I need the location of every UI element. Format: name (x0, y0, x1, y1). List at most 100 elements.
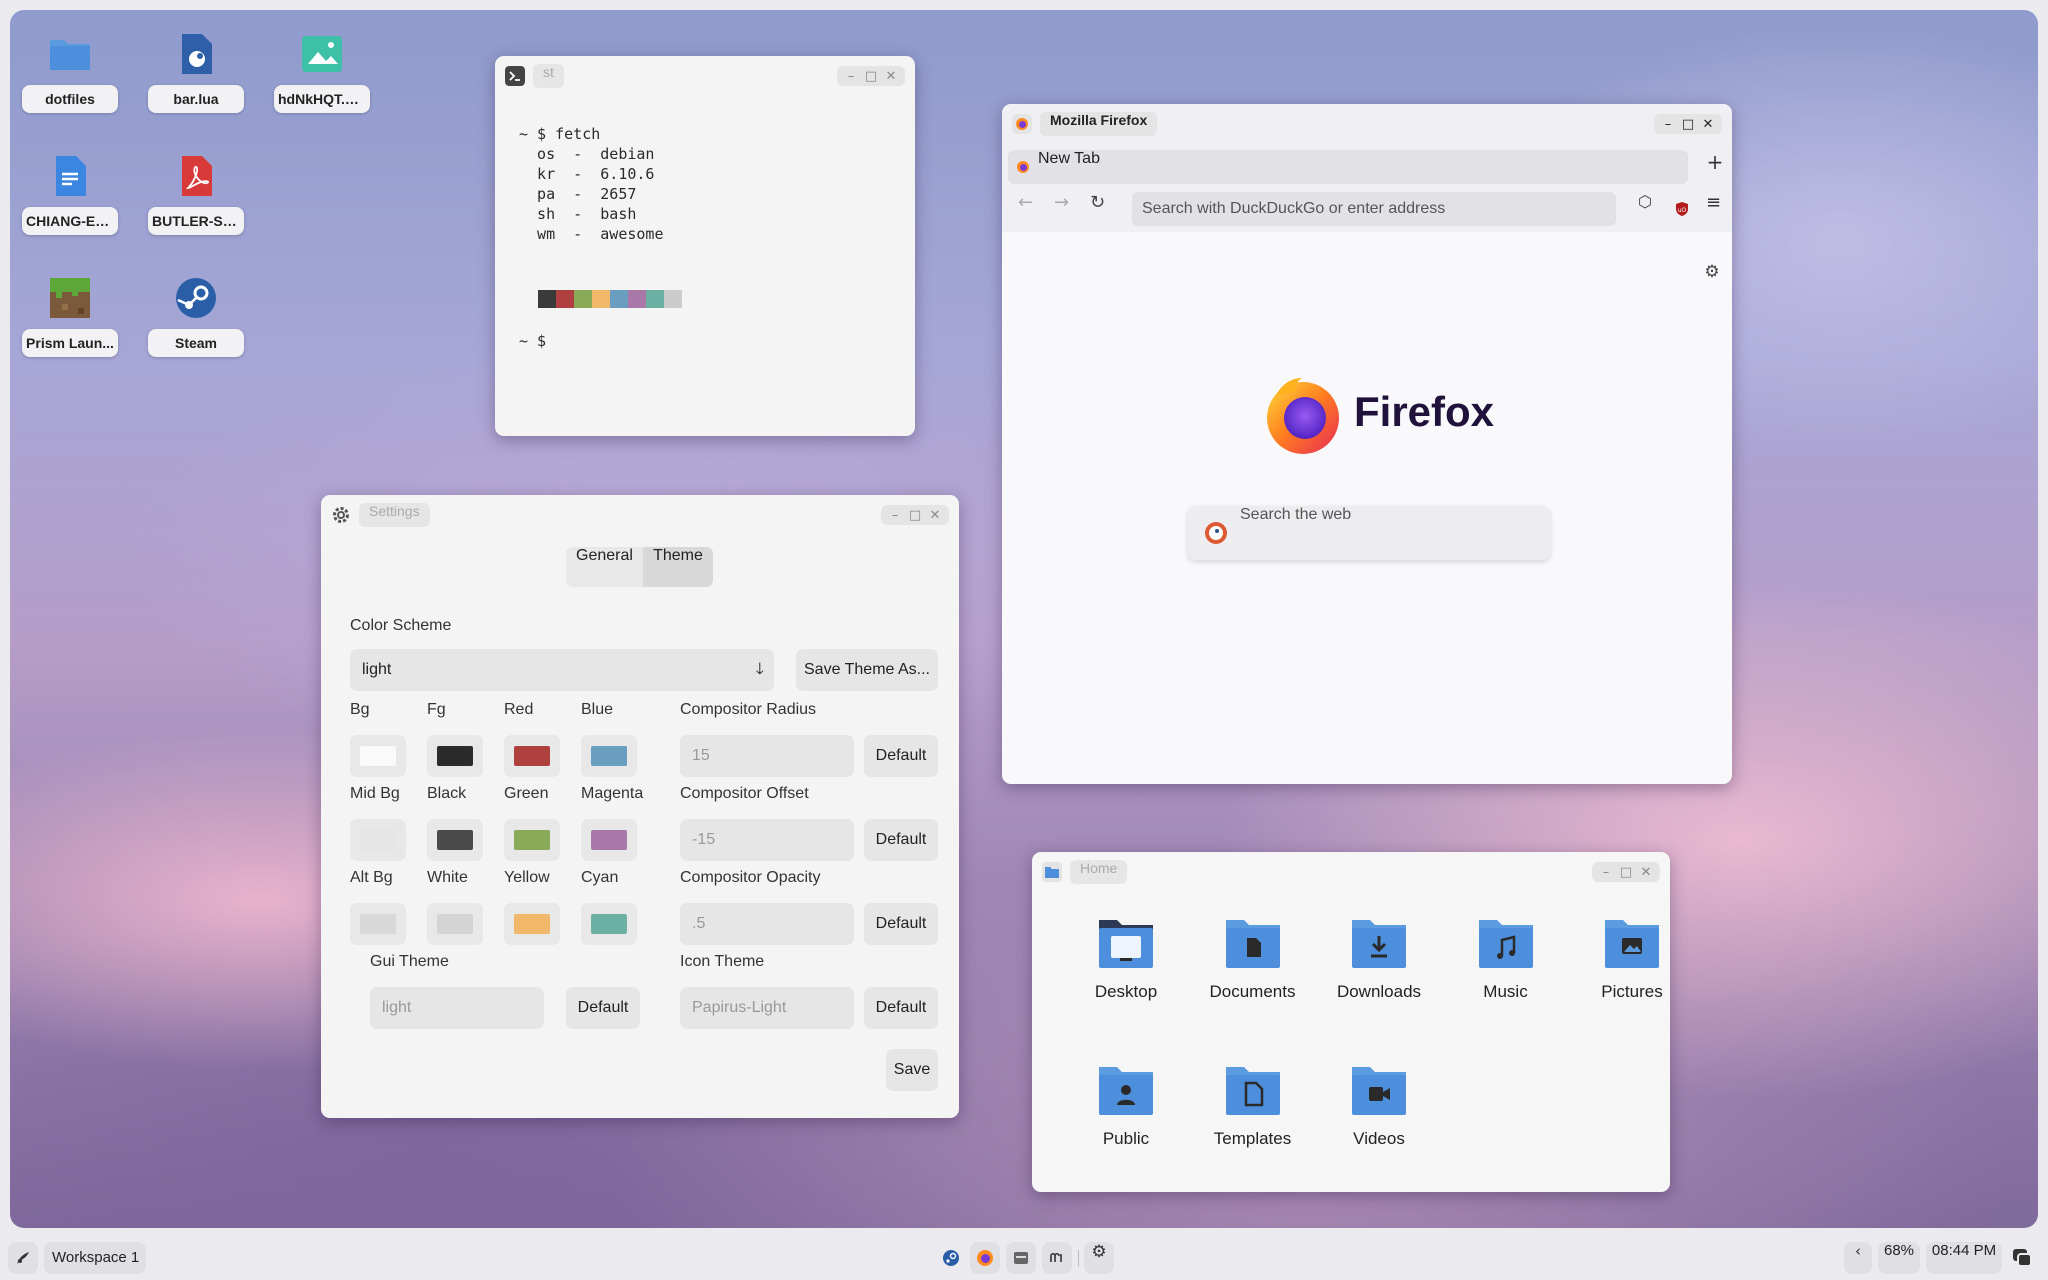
folder-item-desktop[interactable]: Desktop (1071, 916, 1181, 1002)
compositor-radius-default-button[interactable]: Default (864, 735, 938, 777)
desktop-icon-steam[interactable]: Steam (146, 264, 246, 364)
taskbar-terminal[interactable] (1042, 1242, 1072, 1274)
maximize-icon[interactable]: □ (1678, 114, 1698, 134)
swatch-fill (437, 914, 473, 934)
close-icon[interactable]: ✕ (1636, 862, 1656, 882)
fg-color-swatch[interactable] (427, 735, 483, 777)
black-color-swatch[interactable] (427, 819, 483, 861)
chevron-left-icon[interactable]: ‹ (1844, 1242, 1872, 1274)
files-window[interactable]: Home – □ ✕ Desktop Documents Downloads Music P… (1032, 852, 1670, 1192)
reload-icon[interactable]: ↻ (1090, 192, 1110, 213)
cyan-color-swatch[interactable] (581, 903, 637, 945)
blue-color-swatch[interactable] (581, 735, 637, 777)
clock[interactable]: 08:44 PM (1926, 1242, 2002, 1274)
folder-item-music[interactable]: Music (1451, 916, 1561, 1002)
image-file-icon (302, 36, 342, 72)
close-icon[interactable]: ✕ (881, 66, 901, 86)
tab-new-tab[interactable]: New Tab (1008, 150, 1688, 184)
taskbar-steam[interactable] (936, 1242, 966, 1274)
white-color-swatch[interactable] (427, 903, 483, 945)
desktop-icon-label: bar.lua (148, 85, 244, 113)
taskbar-settings[interactable]: ⚙ (1084, 1242, 1114, 1274)
launcher-button[interactable] (8, 1242, 38, 1274)
minimize-icon[interactable]: – (1658, 114, 1678, 134)
tab-general[interactable]: General (566, 547, 643, 587)
palette-color-swatch (646, 290, 664, 308)
desktop-icon-chiang-ex[interactable]: CHIANG-Ex... (20, 142, 120, 242)
compositor-radius-input[interactable]: 15 (680, 735, 854, 777)
folder-item-templates[interactable]: Templates (1198, 1063, 1308, 1149)
firefox-titlebar[interactable]: Mozilla Firefox – □ ✕ (1002, 104, 1732, 144)
gui-theme-default-button[interactable]: Default (566, 987, 640, 1029)
ublock-origin-icon[interactable]: uO (1674, 201, 1690, 217)
compositor-opacity-input[interactable]: .5 (680, 903, 854, 945)
settings-titlebar[interactable]: Settings – □ ✕ (321, 495, 959, 535)
firefox-window[interactable]: Mozilla Firefox – □ ✕ New Tab + ← → ↻ Sear… (1002, 104, 1732, 784)
folder-item-downloads[interactable]: Downloads (1324, 916, 1434, 1002)
terminal-window[interactable]: st – □ ✕ ~ $ fetch os - debian kr - 6.10.6… (495, 56, 915, 436)
maximize-icon[interactable]: □ (905, 505, 925, 525)
folder-item-pictures[interactable]: Pictures (1577, 916, 1670, 1002)
web-search-placeholder: Search the web (1240, 506, 1352, 523)
desktop-icon-prism-launcher[interactable]: Prism Laun... (20, 264, 120, 364)
compositor-offset-default-button[interactable]: Default (864, 819, 938, 861)
compositor-opacity-default-button[interactable]: Default (864, 903, 938, 945)
folder-item-videos[interactable]: Videos (1324, 1063, 1434, 1149)
yellow-color-swatch[interactable] (504, 903, 560, 945)
mid-bg-color-swatch[interactable] (350, 819, 406, 861)
taskbar-firefox[interactable] (970, 1242, 1000, 1274)
taskbar-files[interactable] (1006, 1242, 1036, 1274)
notifications-icon[interactable] (2010, 1246, 2034, 1270)
compositor-offset-input[interactable]: -15 (680, 819, 854, 861)
forward-arrow-icon[interactable]: → (1054, 192, 1074, 213)
terminal-line: os - debian (519, 145, 655, 163)
files-titlebar[interactable]: Home – □ ✕ (1032, 852, 1670, 892)
folder-item-documents[interactable]: Documents (1198, 916, 1308, 1002)
folder-item-label: Documents (1209, 982, 1296, 1001)
new-tab-plus-icon[interactable]: + (1704, 150, 1726, 184)
volume-indicator[interactable]: 68% (1878, 1242, 1920, 1274)
close-icon[interactable]: ✕ (925, 505, 945, 525)
icon-theme-default-button[interactable]: Default (864, 987, 938, 1029)
save-theme-as-button[interactable]: Save Theme As... (796, 649, 938, 691)
palette-color-swatch (592, 290, 610, 308)
settings-window[interactable]: Settings – □ ✕ General Theme Color Scheme … (321, 495, 959, 1118)
workspace-indicator[interactable]: Workspace 1 (44, 1242, 146, 1274)
terminal-titlebar[interactable]: st – □ ✕ (495, 56, 915, 96)
gui-theme-input[interactable]: light (370, 987, 544, 1029)
maximize-icon[interactable]: □ (1616, 862, 1636, 882)
red-color-swatch[interactable] (504, 735, 560, 777)
desktop-icon-butler-sp[interactable]: BUTLER-Sp... (146, 142, 246, 242)
launcher-icon (17, 1252, 29, 1264)
minimize-icon[interactable]: – (885, 505, 905, 525)
back-arrow-icon[interactable]: ← (1018, 192, 1038, 213)
swatch-fill (591, 746, 627, 766)
minimize-icon[interactable]: – (841, 66, 861, 86)
firefox-logo-icon (1267, 378, 1339, 454)
music-folder-icon (1478, 920, 1533, 968)
desktop-icon-dotfiles[interactable]: dotfiles (20, 20, 120, 120)
gear-icon[interactable]: ⚙ (1702, 262, 1722, 282)
color-scheme-select[interactable]: light 🡓 (350, 649, 774, 691)
desktop-icon-hdnkhqt-png[interactable]: hdNkHQT.png (272, 20, 372, 120)
alt-bg-color-swatch[interactable] (350, 903, 406, 945)
icon-theme-input[interactable]: Papirus-Light (680, 987, 854, 1029)
tab-theme[interactable]: Theme (643, 547, 713, 587)
maximize-icon[interactable]: □ (861, 66, 881, 86)
magenta-color-swatch[interactable] (581, 819, 637, 861)
palette-color-swatch (610, 290, 628, 308)
terminal-output[interactable]: ~ $ fetch os - debian kr - 6.10.6 pa - 2… (519, 124, 664, 244)
web-search-input[interactable]: Search the web (1188, 506, 1550, 560)
green-color-swatch[interactable] (504, 819, 560, 861)
desktop-icon-bar-lua[interactable]: bar.lua (146, 20, 246, 120)
bg-color-swatch[interactable] (350, 735, 406, 777)
address-bar[interactable]: Search with DuckDuckGo or enter address (1132, 192, 1616, 226)
hamburger-menu-icon[interactable]: ≡ (1706, 192, 1726, 213)
minimize-icon[interactable]: – (1596, 862, 1616, 882)
folder-item-public[interactable]: Public (1071, 1063, 1181, 1149)
swatch-fill (591, 914, 627, 934)
save-button[interactable]: Save (886, 1049, 938, 1091)
color-label: White (427, 869, 468, 886)
close-icon[interactable]: ✕ (1698, 114, 1718, 134)
extensions-puzzle-icon[interactable]: ⬡ (1638, 192, 1658, 211)
